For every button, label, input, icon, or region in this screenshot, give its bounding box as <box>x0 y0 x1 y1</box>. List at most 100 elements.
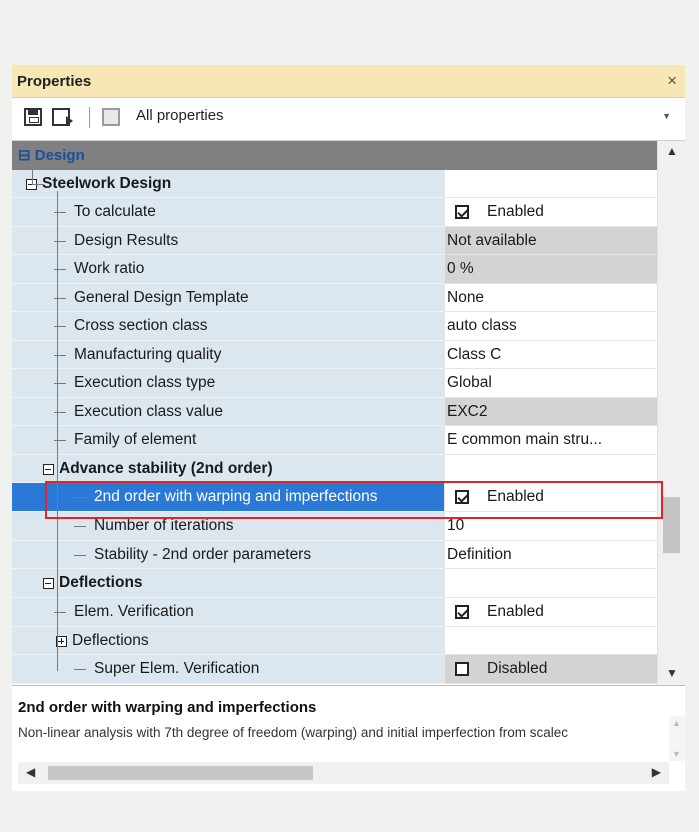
scroll-left-icon[interactable]: ◀ <box>26 765 35 779</box>
property-row[interactable]: Deflections <box>12 569 657 598</box>
property-value-cell[interactable] <box>444 170 657 198</box>
property-name-cell[interactable]: Deflections <box>12 569 444 598</box>
property-name-cell[interactable]: Super Elem. Verification <box>12 655 444 684</box>
save-icon[interactable] <box>24 108 42 126</box>
property-value-cell[interactable]: auto class <box>444 312 657 341</box>
property-value-cell[interactable]: Class C <box>444 341 657 369</box>
property-row[interactable]: Design Results Not available <box>12 227 657 255</box>
property-name-cell[interactable]: Elem. Verification <box>12 598 444 627</box>
description-scrollbar[interactable]: ▲ ▼ <box>669 716 685 761</box>
property-value-cell[interactable]: E common main stru... <box>444 426 657 455</box>
property-name-cell[interactable]: Family of element <box>12 426 444 455</box>
property-name-cell[interactable]: Manufacturing quality <box>12 341 444 369</box>
property-row[interactable]: General Design Template None <box>12 284 657 312</box>
property-value-cell: EXC2 <box>444 398 657 426</box>
property-name-cell[interactable]: Stability - 2nd order parameters <box>12 541 444 569</box>
property-value: 0 % <box>447 260 474 277</box>
property-value-cell[interactable]: 10 <box>444 512 657 541</box>
tree-line <box>32 184 44 185</box>
property-row[interactable]: Family of element E common main stru... <box>12 426 657 455</box>
property-row[interactable]: Deflections <box>12 627 657 655</box>
property-filter-dropdown[interactable]: All properties <box>136 107 224 124</box>
property-label: Execution class type <box>74 374 216 391</box>
description-title: 2nd order with warping and imperfections <box>18 699 317 716</box>
property-name-cell[interactable]: Deflections <box>12 627 444 655</box>
panel-title: Properties <box>17 73 92 90</box>
property-value-cell[interactable]: Enabled <box>444 598 657 627</box>
property-value-cell[interactable]: Definition <box>444 541 657 569</box>
toolbar-separator <box>89 107 90 128</box>
property-name-cell[interactable]: General Design Template <box>12 284 444 312</box>
property-row[interactable]: Advance stability (2nd order) <box>12 455 657 483</box>
category-row-design[interactable]: ⊟ Design <box>12 141 657 170</box>
property-name-cell[interactable]: To calculate <box>12 198 444 227</box>
tree-line <box>74 526 86 527</box>
property-name-cell[interactable]: Cross section class <box>12 312 444 341</box>
collapse-icon[interactable] <box>43 464 54 475</box>
checkbox-unchecked[interactable] <box>455 662 469 676</box>
close-icon[interactable]: × <box>667 71 677 91</box>
property-value: EXC2 <box>447 403 488 420</box>
property-value-cell[interactable]: Enabled <box>444 198 657 227</box>
checkbox-checked[interactable] <box>455 605 469 619</box>
property-row[interactable]: Stability - 2nd order parameters Definiti… <box>12 541 657 569</box>
property-value: 10 <box>447 517 465 534</box>
property-label: Manufacturing quality <box>74 346 222 363</box>
scroll-up-icon[interactable]: ▲ <box>672 718 681 728</box>
property-row[interactable]: Number of iterations 10 <box>12 512 657 541</box>
checkbox-checked[interactable] <box>455 205 469 219</box>
property-name-cell[interactable]: Design Results <box>12 227 444 255</box>
property-label: Steelwork Design <box>42 175 172 192</box>
property-name-cell[interactable]: Advance stability (2nd order) <box>12 455 444 483</box>
property-row[interactable]: Execution class value EXC2 <box>12 398 657 426</box>
properties-panel: Properties × All properties ▼ ⊟ Design S… <box>12 65 685 791</box>
toolbar: All properties ▼ <box>12 98 685 136</box>
property-label: 2nd order with warping and imperfections <box>94 488 378 505</box>
vertical-scrollbar[interactable]: ▲ ▼ <box>657 141 685 686</box>
vertical-scroll-thumb[interactable] <box>663 497 680 553</box>
property-row[interactable]: Manufacturing quality Class C <box>12 341 657 369</box>
property-value: auto class <box>447 317 517 334</box>
dropdown-arrow-icon[interactable]: ▼ <box>662 111 671 121</box>
collapse-icon[interactable] <box>43 578 54 589</box>
property-row[interactable]: Work ratio 0 % <box>12 255 657 284</box>
property-value-cell[interactable] <box>444 627 657 655</box>
property-row[interactable]: Super Elem. Verification Disabled <box>12 655 657 684</box>
property-value: Not available <box>447 232 537 249</box>
property-label: Execution class value <box>74 403 224 420</box>
property-value: Enabled <box>487 203 544 220</box>
horizontal-scrollbar[interactable]: ◀ ▶ <box>18 762 669 784</box>
property-value-cell[interactable] <box>444 455 657 483</box>
property-name-cell[interactable]: 2nd order with warping and imperfections <box>12 483 444 512</box>
property-name-cell[interactable]: Work ratio <box>12 255 444 284</box>
property-row[interactable]: To calculate Enabled <box>12 198 657 227</box>
filter-icon[interactable] <box>102 108 120 126</box>
property-row[interactable]: Cross section class auto class <box>12 312 657 341</box>
property-name-cell[interactable]: Execution class value <box>12 398 444 426</box>
tree-line <box>54 383 66 384</box>
scroll-right-icon[interactable]: ▶ <box>652 765 661 779</box>
tree-line <box>74 669 86 670</box>
tree-line <box>54 241 66 242</box>
scroll-down-icon[interactable]: ▼ <box>672 749 681 759</box>
property-value: E common main stru... <box>447 431 603 448</box>
checkbox-checked[interactable] <box>455 490 469 504</box>
property-label: Stability - 2nd order parameters <box>94 546 312 563</box>
property-name-cell[interactable]: Execution class type <box>12 369 444 398</box>
property-row-selected[interactable]: 2nd order with warping and imperfections… <box>12 483 657 512</box>
property-name-cell[interactable]: Steelwork Design <box>12 170 444 198</box>
tree-line <box>32 170 33 184</box>
property-label: Family of element <box>74 431 197 448</box>
property-row[interactable]: Execution class type Global <box>12 369 657 398</box>
property-value-cell[interactable] <box>444 569 657 598</box>
property-value-cell[interactable]: Global <box>444 369 657 398</box>
property-row[interactable]: Steelwork Design <box>12 170 657 198</box>
property-row[interactable]: Elem. Verification Enabled <box>12 598 657 627</box>
horizontal-scroll-thumb[interactable] <box>48 766 313 780</box>
scroll-down-icon[interactable]: ▼ <box>666 666 678 680</box>
property-value-cell[interactable]: None <box>444 284 657 312</box>
load-icon[interactable] <box>52 108 73 126</box>
scroll-up-icon[interactable]: ▲ <box>666 144 678 158</box>
property-value-cell[interactable]: Enabled <box>444 483 657 512</box>
property-name-cell[interactable]: Number of iterations <box>12 512 444 541</box>
